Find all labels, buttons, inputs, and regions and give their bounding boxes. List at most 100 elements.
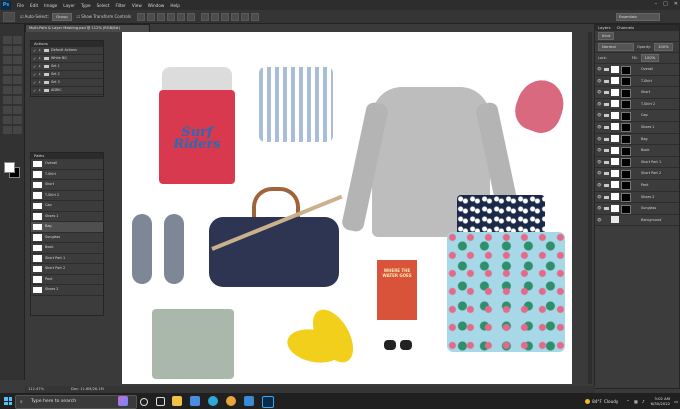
path-item[interactable]: Short Part 1 <box>31 254 103 264</box>
distribute-middle-icon[interactable] <box>211 12 220 21</box>
chrome-browser-icon[interactable] <box>226 396 236 406</box>
layer-mask-thumbnail[interactable] <box>621 65 631 75</box>
layer-item[interactable]: 👁 Short <box>595 87 679 99</box>
menu-view[interactable]: View <box>132 3 142 8</box>
close-button[interactable]: ✕ <box>674 1 678 7</box>
quick-select-tool-icon[interactable] <box>13 46 22 54</box>
layer-item[interactable]: 👁 Sunglass <box>595 203 679 215</box>
action-set-white-bg[interactable]: ✓ ▸ White BG <box>31 55 103 63</box>
distribute-left-icon[interactable] <box>231 12 240 21</box>
layer-item[interactable]: 👁 Short Part 1 <box>595 157 679 169</box>
layer-mask-thumbnail[interactable] <box>621 158 631 168</box>
zoom-tool-icon[interactable] <box>13 126 22 134</box>
layer-item[interactable]: 👁 Pant <box>595 180 679 192</box>
action-set-1[interactable]: ✓ ▸ Set 1 <box>31 63 103 71</box>
visibility-eye-icon[interactable]: 👁 <box>597 87 602 98</box>
history-brush-tool-icon[interactable] <box>13 76 22 84</box>
blend-mode-select[interactable]: Normal <box>598 43 634 51</box>
action-set-adric[interactable]: ✓ ▸ ADRIC <box>31 87 103 95</box>
transform-controls-checkbox[interactable]: ☐ <box>77 14 81 19</box>
eyedropper-tool-icon[interactable] <box>13 56 22 64</box>
tab-channels[interactable]: Channels <box>617 25 635 31</box>
path-selection-tool-icon[interactable] <box>3 116 12 124</box>
layer-mask-thumbnail[interactable] <box>621 88 631 98</box>
menu-image[interactable]: Image <box>44 3 57 8</box>
crop-tool-icon[interactable] <box>3 56 12 64</box>
layer-mask-thumbnail[interactable] <box>621 169 631 179</box>
volume-icon[interactable]: ♪ <box>642 399 645 404</box>
visibility-eye-icon[interactable]: 👁 <box>597 157 602 168</box>
layer-mask-thumbnail[interactable] <box>621 181 631 191</box>
pen-tool-icon[interactable] <box>3 106 12 114</box>
type-tool-icon[interactable] <box>13 106 22 114</box>
distribute-center-icon[interactable] <box>241 12 250 21</box>
distribute-bottom-icon[interactable] <box>221 12 230 21</box>
path-item[interactable]: Book <box>31 243 103 254</box>
marquee-tool-icon[interactable] <box>13 36 22 44</box>
layer-mask-thumbnail[interactable] <box>621 123 631 133</box>
menu-window[interactable]: Window <box>148 3 165 8</box>
document-tab[interactable]: Multi-Path & Layer Masking.psd @ 112% (R… <box>25 24 150 32</box>
auto-select-checkbox[interactable]: ☑ <box>20 14 24 19</box>
chevron-up-icon[interactable]: ⌃ <box>626 399 630 404</box>
vertical-scrollbar[interactable] <box>588 32 592 384</box>
layer-mask-thumbnail[interactable] <box>621 135 631 145</box>
foreground-color-swatch[interactable] <box>4 162 15 173</box>
eraser-tool-icon[interactable] <box>3 86 12 94</box>
visibility-eye-icon[interactable]: 👁 <box>597 122 602 133</box>
cortana-icon[interactable] <box>140 398 148 406</box>
align-right-icon[interactable] <box>187 12 196 21</box>
path-item[interactable]: Short <box>31 180 103 191</box>
tab-layers[interactable]: Layers <box>598 25 611 31</box>
file-explorer-icon[interactable] <box>172 396 182 406</box>
align-center-icon[interactable] <box>177 12 186 21</box>
visibility-eye-icon[interactable]: 👁 <box>597 99 602 110</box>
layer-item[interactable]: 👁 Shoes 2 <box>595 192 679 204</box>
distribute-top-icon[interactable] <box>201 12 210 21</box>
clone-stamp-tool-icon[interactable] <box>3 76 12 84</box>
visibility-eye-icon[interactable]: 👁 <box>597 215 602 226</box>
align-bottom-icon[interactable] <box>157 12 166 21</box>
path-item[interactable]: Cap <box>31 201 103 212</box>
layer-item[interactable]: 👁 Overall <box>595 64 679 76</box>
visibility-eye-icon[interactable]: 👁 <box>597 110 602 121</box>
dodge-tool-icon[interactable] <box>13 96 22 104</box>
layer-mask-thumbnail[interactable] <box>621 77 631 87</box>
layer-item[interactable]: 👁 Book <box>595 145 679 157</box>
menu-file[interactable]: File <box>17 3 24 8</box>
path-item[interactable]: Pant <box>31 275 103 285</box>
healing-brush-tool-icon[interactable] <box>3 66 12 74</box>
workspace-select[interactable]: Essentials <box>616 13 660 21</box>
photoshop-taskbar-icon[interactable] <box>262 396 274 408</box>
opacity-input[interactable]: 100% <box>653 43 673 51</box>
brush-tool-icon[interactable] <box>13 66 22 74</box>
layer-mask-thumbnail[interactable] <box>621 204 631 214</box>
layer-item[interactable]: 👁 T-Shirt <box>595 76 679 88</box>
layer-mask-thumbnail[interactable] <box>621 193 631 203</box>
blur-tool-icon[interactable] <box>3 96 12 104</box>
action-set-3[interactable]: ✓ ▸ Set 3 <box>31 79 103 87</box>
taskbar-clock[interactable]: 3:02 AM 6/30/2022 <box>651 396 670 406</box>
action-set-2[interactable]: ✓ ▸ Set 2 <box>31 71 103 79</box>
menu-layer[interactable]: Layer <box>63 3 75 8</box>
visibility-eye-icon[interactable]: 👁 <box>597 76 602 87</box>
path-item[interactable]: Bag <box>31 222 103 233</box>
minimize-button[interactable]: – <box>655 1 658 7</box>
layer-item[interactable]: 👁 Shoes 1 <box>595 122 679 134</box>
layer-item[interactable]: 👁 Cap <box>595 110 679 122</box>
menu-edit[interactable]: Edit <box>30 3 38 8</box>
visibility-eye-icon[interactable]: 👁 <box>597 145 602 156</box>
windows-start-icon[interactable] <box>4 397 12 405</box>
auto-select-dropdown[interactable]: Group <box>52 12 72 21</box>
hand-tool-icon[interactable] <box>3 126 12 134</box>
visibility-eye-icon[interactable]: 👁 <box>597 168 602 179</box>
lasso-tool-icon[interactable] <box>3 46 12 54</box>
align-top-icon[interactable] <box>137 12 146 21</box>
move-tool-icon[interactable] <box>3 36 12 44</box>
layer-item-background[interactable]: 👁 Background <box>595 215 679 227</box>
fill-input[interactable]: 100% <box>640 54 660 62</box>
path-item[interactable]: Shoes 2 <box>31 285 103 296</box>
path-item[interactable]: Sunglass <box>31 233 103 243</box>
move-tool-preset-icon[interactable] <box>3 11 15 22</box>
weather-widget[interactable]: 84°F Cloudy <box>585 398 618 404</box>
